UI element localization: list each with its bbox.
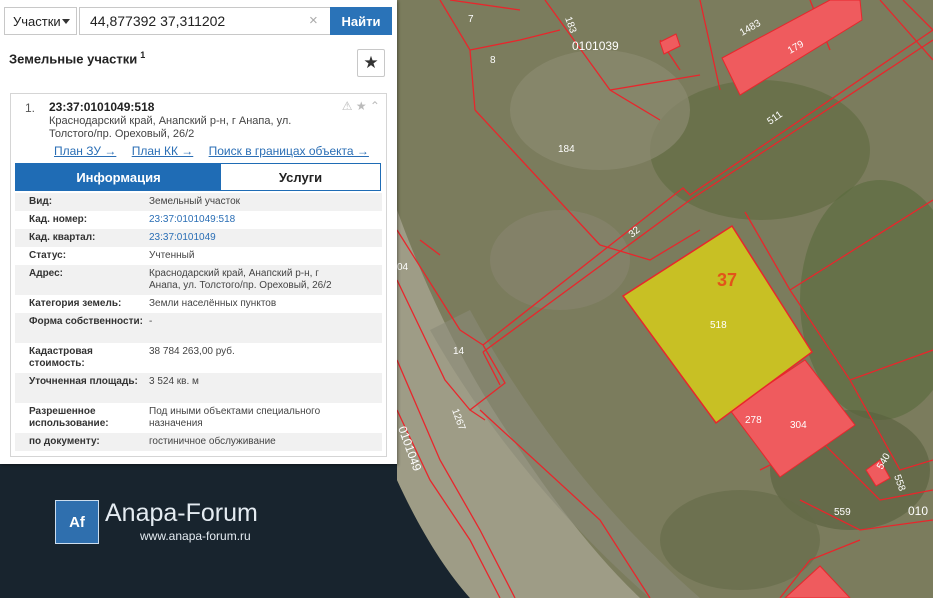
attribute-value: 3 524 кв. м [149, 376, 199, 387]
attribute-row: Форма собственности: - [15, 313, 382, 343]
parcel-label: 184 [558, 144, 575, 155]
search-bar: Участки × Найти [4, 7, 393, 37]
attribute-value: 38 784 263,00 руб. [149, 346, 235, 357]
attribute-value[interactable]: 23:37:0101049 [149, 232, 349, 244]
attribute-row: Кад. квартал: 23:37:0101049 [15, 229, 382, 247]
search-input[interactable] [79, 7, 331, 35]
attribute-key: Кадастровая стоимость: [29, 346, 93, 369]
result-card: 1. 23:37:0101049:518 ⚠ ★ ⌃ Краснодарский… [10, 93, 387, 457]
attribute-row: Кад. номер: 23:37:0101049:518 [15, 211, 382, 229]
attribute-row: Адрес: Краснодарский край, Анапский р-н, … [15, 265, 382, 295]
parcel-label: 278 [745, 415, 762, 426]
tab-services[interactable]: Услуги [221, 164, 380, 190]
attribute-row: Разрешенное использование: Под иными объе… [15, 403, 382, 433]
attribute-value: Земельный участок [149, 196, 241, 207]
info-panel: Участки × Найти Земельные участки1 ★ 1. … [0, 0, 397, 464]
quarter-label: 010 [908, 504, 928, 518]
parcel-label: 559 [834, 507, 851, 518]
attribute-value[interactable]: 23:37:0101049:518 [149, 214, 349, 226]
attribute-value: Учтенный [149, 250, 195, 261]
attribute-key: Адрес: [29, 268, 63, 279]
quarter-label: 0101039 [572, 39, 619, 53]
tab-info[interactable]: Информация [16, 164, 221, 190]
result-index: 1. [25, 101, 36, 115]
result-tabs: Информация Услуги [15, 163, 381, 191]
parcel-label: 14 [453, 346, 465, 357]
section-title: Земельные участки 1 [9, 50, 145, 66]
attribute-value: Земли населённых пунктов [149, 298, 277, 309]
result-links: План ЗУ → План КК → Поиск в границах объ… [54, 144, 381, 158]
watermark-logo: Af [55, 500, 99, 544]
attribute-key: Статус: [29, 250, 67, 261]
attribute-row: Уточненная площадь: 3 524 кв. м [15, 373, 382, 403]
section-title-count: 1 [140, 50, 146, 60]
search-bounds-link[interactable]: Поиск в границах объекта → [209, 144, 369, 158]
parcel-label: 518 [710, 320, 727, 331]
attribute-row: Категория земель: Земли населённых пункто… [15, 295, 382, 313]
watermark-url: www.anapa-forum.ru [140, 529, 251, 543]
favorite-button[interactable]: ★ [357, 49, 385, 77]
chevron-down-icon [62, 19, 70, 24]
attribute-row: Вид: Земельный участок [15, 193, 382, 211]
parcel-label: 7 [468, 14, 474, 25]
attribute-key: по документу: [29, 436, 100, 447]
attribute-key: Уточненная площадь: [29, 376, 138, 387]
attribute-key: Категория земель: [29, 298, 122, 309]
result-action-icons[interactable]: ⚠ ★ ⌃ [342, 99, 380, 113]
parcel-label: 304 [790, 420, 807, 431]
attribute-key: Вид: [29, 196, 53, 207]
attribute-key: Форма собственности: [29, 316, 143, 327]
star-icon: ★ [363, 53, 379, 72]
result-cad-number[interactable]: 23:37:0101049:518 [49, 100, 154, 114]
attribute-key: Кад. номер: [29, 214, 88, 225]
quarter-label: 37 [717, 270, 737, 290]
plan-zu-link[interactable]: План ЗУ → [54, 144, 116, 158]
search-type-label: Участки [13, 13, 61, 29]
watermark-name: Anapa-Forum [105, 499, 258, 527]
attribute-row: по документу: гостиничное обслуживание [15, 433, 382, 451]
search-button[interactable]: Найти [330, 7, 392, 35]
attribute-value: - [149, 316, 153, 327]
attribute-key: Разрешенное использование: [29, 406, 109, 429]
attribute-value: Под иными объектами специального назначе… [149, 406, 321, 429]
plan-kk-link[interactable]: План КК → [132, 144, 194, 158]
attribute-value: гостиничное обслуживание [149, 436, 276, 447]
parcel-label: 04 [397, 262, 409, 273]
search-type-select[interactable]: Участки [4, 7, 77, 35]
section-title-text: Земельные участки [9, 51, 138, 67]
result-address: Краснодарский край, Анапский р-н, г Анап… [49, 115, 292, 140]
clear-icon[interactable]: × [309, 12, 318, 29]
attribute-key: Кад. квартал: [29, 232, 96, 243]
attribute-row: Кадастровая стоимость: 38 784 263,00 руб. [15, 343, 382, 373]
parcel-label: 8 [490, 55, 496, 66]
attribute-row: Статус: Учтенный [15, 247, 382, 265]
attribute-value: Краснодарский край, Анапский р-н, г Анап… [149, 268, 332, 291]
attribute-table: Вид: Земельный участок Кад. номер: 23:37:01… [15, 193, 382, 451]
